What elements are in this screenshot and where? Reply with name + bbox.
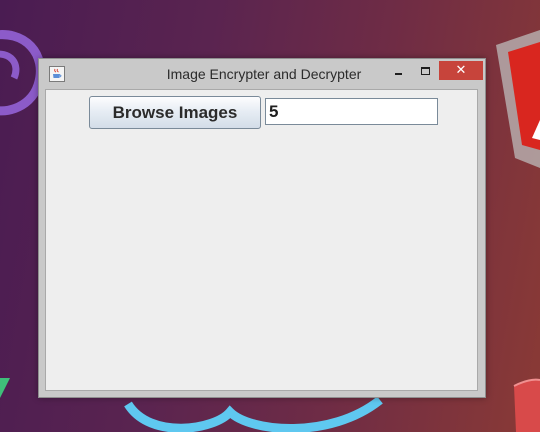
title-bar[interactable]: Image Encrypter and Decrypter ✕	[39, 59, 485, 89]
wallpaper-swirl	[0, 30, 45, 116]
desktop-background: Image Encrypter and Decrypter ✕ Browse I…	[0, 0, 540, 432]
minimize-icon[interactable]	[388, 63, 408, 81]
wallpaper-ribbon	[124, 396, 383, 432]
wallpaper-green-mark	[0, 378, 10, 398]
app-window: Image Encrypter and Decrypter ✕ Browse I…	[38, 58, 486, 398]
content-pane: Browse Images	[45, 89, 478, 391]
wallpaper-swirl-inner	[0, 50, 20, 80]
maximize-icon[interactable]	[416, 63, 436, 81]
key-input[interactable]	[265, 98, 438, 125]
close-icon[interactable]: ✕	[439, 61, 483, 80]
wallpaper-can	[514, 379, 540, 432]
browse-images-button[interactable]: Browse Images	[89, 96, 261, 129]
